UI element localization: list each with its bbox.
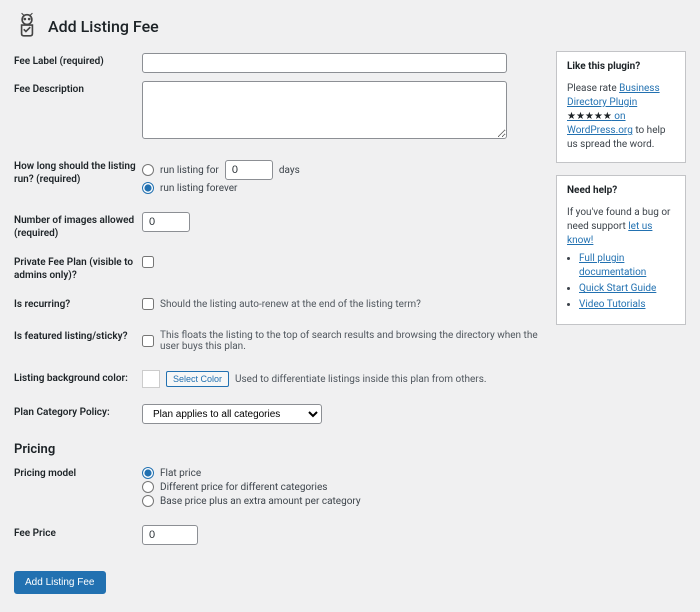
fee-label-label: Fee Label (required) <box>14 51 142 68</box>
page-header: Add Listing Fee <box>14 12 686 41</box>
help-link-quickstart[interactable]: Quick Start Guide <box>579 283 656 294</box>
fee-form: Fee Label (required) Fee Description How… <box>14 51 542 594</box>
bgcolor-desc: Used to differentiate listings inside th… <box>235 374 486 385</box>
fee-description-textarea[interactable] <box>142 81 507 139</box>
run-duration-label: How long should the listing run? (requir… <box>14 156 142 186</box>
stars-icon: ★★★★★ <box>567 111 612 122</box>
run-days-suffix: days <box>279 165 300 176</box>
images-input[interactable] <box>142 212 190 232</box>
featured-checkbox[interactable] <box>142 335 154 347</box>
recurring-checkbox[interactable] <box>142 298 154 310</box>
run-forever-text: run listing forever <box>160 183 237 194</box>
pricing-heading: Pricing <box>14 442 542 457</box>
run-for-text: run listing for <box>160 165 219 176</box>
fee-description-label: Fee Description <box>14 79 142 96</box>
recurring-desc: Should the listing auto-renew at the end… <box>160 299 421 310</box>
submit-button[interactable]: Add Listing Fee <box>14 571 106 594</box>
select-color-button[interactable]: Select Color <box>166 371 229 387</box>
bgcolor-label: Listing background color: <box>14 368 142 385</box>
pricing-diff-text: Different price for different categories <box>160 482 327 493</box>
pricing-base-text: Base price plus an extra amount per cate… <box>160 496 361 507</box>
help-link-videos[interactable]: Video Tutorials <box>579 299 645 310</box>
pricing-flat-radio[interactable] <box>142 467 154 479</box>
category-policy-select[interactable]: Plan applies to all categories <box>142 404 322 424</box>
run-days-input[interactable] <box>225 160 273 180</box>
pricing-model-label: Pricing model <box>14 463 142 480</box>
page-title: Add Listing Fee <box>48 17 159 36</box>
need-help-card: Need help? If you've found a bug or need… <box>556 175 686 325</box>
pricing-base-radio[interactable] <box>142 495 154 507</box>
private-plan-label: Private Fee Plan (visible to admins only… <box>14 252 142 282</box>
fee-price-input[interactable] <box>142 525 198 545</box>
run-for-radio[interactable] <box>142 164 154 176</box>
like-plugin-title: Like this plugin? <box>567 60 675 74</box>
featured-desc: This floats the listing to the top of se… <box>160 330 542 352</box>
help-link-docs[interactable]: Full plugin documentation <box>579 253 646 278</box>
featured-label: Is featured listing/sticky? <box>14 326 142 343</box>
fee-label-input[interactable] <box>142 53 507 73</box>
wp-rating-link[interactable]: ★★★★★ on WordPress.org <box>567 111 633 136</box>
color-swatch[interactable] <box>142 370 160 388</box>
need-help-title: Need help? <box>567 184 675 198</box>
images-label: Number of images allowed (required) <box>14 210 142 240</box>
like-prefix: Please rate <box>567 83 619 94</box>
like-plugin-card: Like this plugin? Please rate Business D… <box>556 51 686 163</box>
recurring-label: Is recurring? <box>14 294 142 311</box>
run-forever-radio[interactable] <box>142 182 154 194</box>
plugin-logo-icon <box>14 12 40 41</box>
pricing-flat-text: Flat price <box>160 468 201 479</box>
pricing-diff-radio[interactable] <box>142 481 154 493</box>
help-lead: If you've found a bug or need support <box>567 207 670 232</box>
category-policy-label: Plan Category Policy: <box>14 402 142 419</box>
private-plan-checkbox[interactable] <box>142 256 154 268</box>
fee-price-label: Fee Price <box>14 523 142 540</box>
